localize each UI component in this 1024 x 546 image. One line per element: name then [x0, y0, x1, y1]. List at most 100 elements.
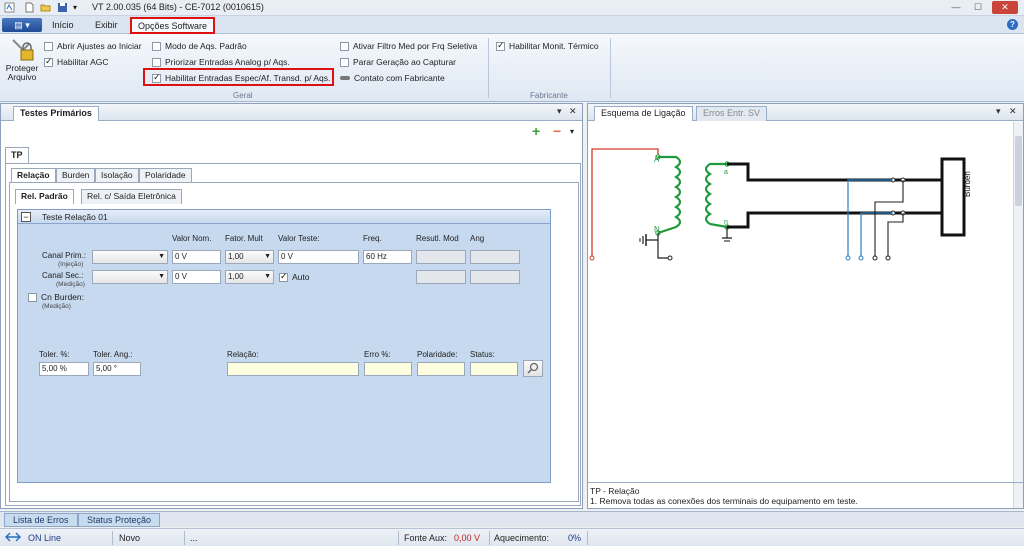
checkbox-box[interactable]: [44, 41, 53, 51]
tab-rel-padrao[interactable]: Rel. Padrão: [15, 189, 74, 204]
toler-pct-field[interactable]: 5,00 %: [39, 362, 89, 376]
sec-fator-select[interactable]: 1,00 ▼: [225, 270, 274, 284]
tab-relacao[interactable]: Relação: [11, 168, 56, 183]
help-icon[interactable]: ?: [1007, 19, 1018, 30]
checkbox-label: Priorizar Entradas Analog p/ Aqs.: [165, 57, 290, 67]
info-scrollbar[interactable]: [1013, 483, 1023, 508]
checkbox-box[interactable]: [340, 57, 349, 67]
chevron-down-icon: ▼: [158, 273, 165, 280]
label-erro: Erro %:: [364, 350, 391, 359]
label-cn-burden-sub: (Medição): [42, 303, 71, 310]
sec-fator-value: 1,00: [228, 272, 244, 281]
diagram-scrollbar[interactable]: [1013, 122, 1023, 482]
checkbox-priorizar[interactable]: Priorizar Entradas Analog p/ Aqs.: [152, 57, 290, 67]
result-mod-field: [416, 250, 466, 264]
right-panel: Esquema de Ligação Erros Entr. SV ▾ ✕ Bu…: [587, 103, 1024, 509]
options-dropdown-icon[interactable]: ▾: [570, 127, 574, 136]
minimize-button[interactable]: —: [946, 1, 966, 14]
tab-tp[interactable]: TP: [5, 147, 29, 164]
checkbox-box[interactable]: [152, 57, 161, 67]
canal-sec-select[interactable]: ▼: [92, 270, 168, 284]
blue-terminal-1: [845, 255, 851, 261]
cable-icon: [340, 76, 350, 80]
tab-lista-erros[interactable]: Lista de Erros: [4, 513, 78, 527]
checkbox-parar-geracao[interactable]: Parar Geração ao Capturar: [340, 57, 456, 67]
left-panel: Testes Primários ▾ ✕ + − ▾ TP Relação Bu…: [0, 103, 583, 509]
tab-esquema-ligacao[interactable]: Esquema de Ligação: [594, 106, 693, 121]
tab-status-protecao[interactable]: Status Proteção: [78, 513, 161, 527]
tab-opcoes-software[interactable]: Opções Software: [130, 17, 216, 34]
save-icon[interactable]: [57, 2, 68, 13]
prim-fator-select[interactable]: 1,00 ▼: [225, 250, 274, 264]
canal-prim-select[interactable]: ▼: [92, 250, 168, 264]
polaridade-result-field: [417, 362, 465, 376]
status-separator: [587, 531, 588, 545]
checkbox-monit-termico[interactable]: Habilitar Monit. Térmico: [496, 40, 599, 51]
open-folder-icon[interactable]: [40, 2, 51, 13]
checkbox-label: Auto: [292, 272, 310, 282]
quick-access-dropdown-icon[interactable]: ▾: [73, 2, 84, 13]
label-toler-pct: Toler. %:: [39, 350, 70, 359]
checkbox-modo-aqs[interactable]: Modo de Aqs. Padrão: [152, 41, 247, 51]
scrollbar-thumb[interactable]: [1015, 136, 1022, 206]
protect-file-button[interactable]: Proteger Arquivo: [4, 38, 40, 88]
checkbox-abrir-ajustes[interactable]: Abrir Ajustes ao Iniciar: [44, 41, 142, 51]
freq-field[interactable]: 60 Hz: [363, 250, 412, 264]
tab-erros-entr-sv[interactable]: Erros Entr. SV: [696, 106, 768, 121]
new-file-icon[interactable]: [24, 2, 35, 13]
collapse-button[interactable]: −: [21, 212, 31, 222]
chevron-down-icon: ▼: [264, 273, 271, 280]
tab-polaridade[interactable]: Polaridade: [139, 168, 192, 183]
aquecimento-label: Aquecimento:: [494, 533, 550, 543]
left-panel-header: Testes Primários ▾ ✕: [1, 104, 582, 121]
checkbox-cn-burden[interactable]: Cn Burden:: [28, 292, 84, 302]
contato-fabricante-button[interactable]: Contato com Fabricante: [340, 73, 445, 83]
checkbox-box[interactable]: [152, 41, 161, 51]
contato-label: Contato com Fabricante: [354, 73, 445, 83]
maximize-button[interactable]: ☐: [968, 1, 988, 14]
tab-testes-primarios[interactable]: Testes Primários: [13, 106, 99, 121]
app-icon: [4, 2, 15, 13]
prim-valor-nom-field[interactable]: 0 V: [172, 250, 221, 264]
label-status: Status:: [470, 350, 495, 359]
checkbox-ativar-filtro[interactable]: Ativar Filtro Med por Frq Seletiva: [340, 41, 477, 51]
checkbox-habilitar-agc[interactable]: Habilitar AGC: [44, 56, 109, 67]
prim-valor-teste-field[interactable]: 0 V: [278, 250, 359, 264]
search-button[interactable]: [523, 360, 543, 377]
checkbox-box[interactable]: [496, 40, 505, 51]
add-icon[interactable]: +: [532, 123, 540, 139]
close-window-button[interactable]: ✕: [992, 1, 1018, 14]
ang-field: [470, 250, 520, 264]
primary-wire-red: [591, 148, 659, 258]
application-menu-button[interactable]: ▤ ▾: [2, 18, 42, 32]
panel-menu-icon[interactable]: ▾: [557, 106, 562, 117]
checkbox-box[interactable]: [28, 292, 37, 302]
right-panel-header: Esquema de Ligação Erros Entr. SV ▾ ✕: [588, 104, 1023, 121]
checkbox-box[interactable]: [44, 56, 53, 67]
tab-inicio[interactable]: Início: [46, 19, 80, 34]
tab-isolacao[interactable]: Isolação: [95, 168, 139, 183]
tab-rel-saida-eletronica[interactable]: Rel. c/ Saída Eletrônica: [81, 189, 182, 204]
sec-valor-nom-field[interactable]: 0 V: [172, 270, 221, 284]
label-A: A: [654, 155, 660, 164]
erro-result-field: [364, 362, 412, 376]
panel-close-icon[interactable]: ✕: [569, 106, 577, 117]
checkbox-box[interactable]: [279, 271, 288, 282]
checkbox-box[interactable]: [340, 41, 349, 51]
label-polaridade: Polaridade:: [417, 350, 458, 359]
checkbox-label: Habilitar AGC: [57, 57, 109, 67]
prim-fator-value: 1,00: [228, 252, 244, 261]
header-valor-teste: Valor Teste:: [278, 234, 320, 243]
tab-exibir[interactable]: Exibir: [89, 19, 124, 34]
status-separator: [112, 531, 113, 545]
burden-box: [940, 157, 966, 237]
panel-menu-icon[interactable]: ▾: [996, 106, 1001, 117]
checkbox-label: Habilitar Monit. Térmico: [509, 41, 599, 51]
tab-burden[interactable]: Burden: [56, 168, 96, 183]
group-title: Teste Relação 01: [42, 212, 108, 222]
toler-ang-field[interactable]: 5,00 °: [93, 362, 141, 376]
panel-close-icon[interactable]: ✕: [1009, 106, 1017, 117]
red-terminal: [589, 255, 595, 261]
checkbox-auto[interactable]: Auto: [279, 271, 310, 282]
remove-icon[interactable]: −: [553, 123, 561, 139]
